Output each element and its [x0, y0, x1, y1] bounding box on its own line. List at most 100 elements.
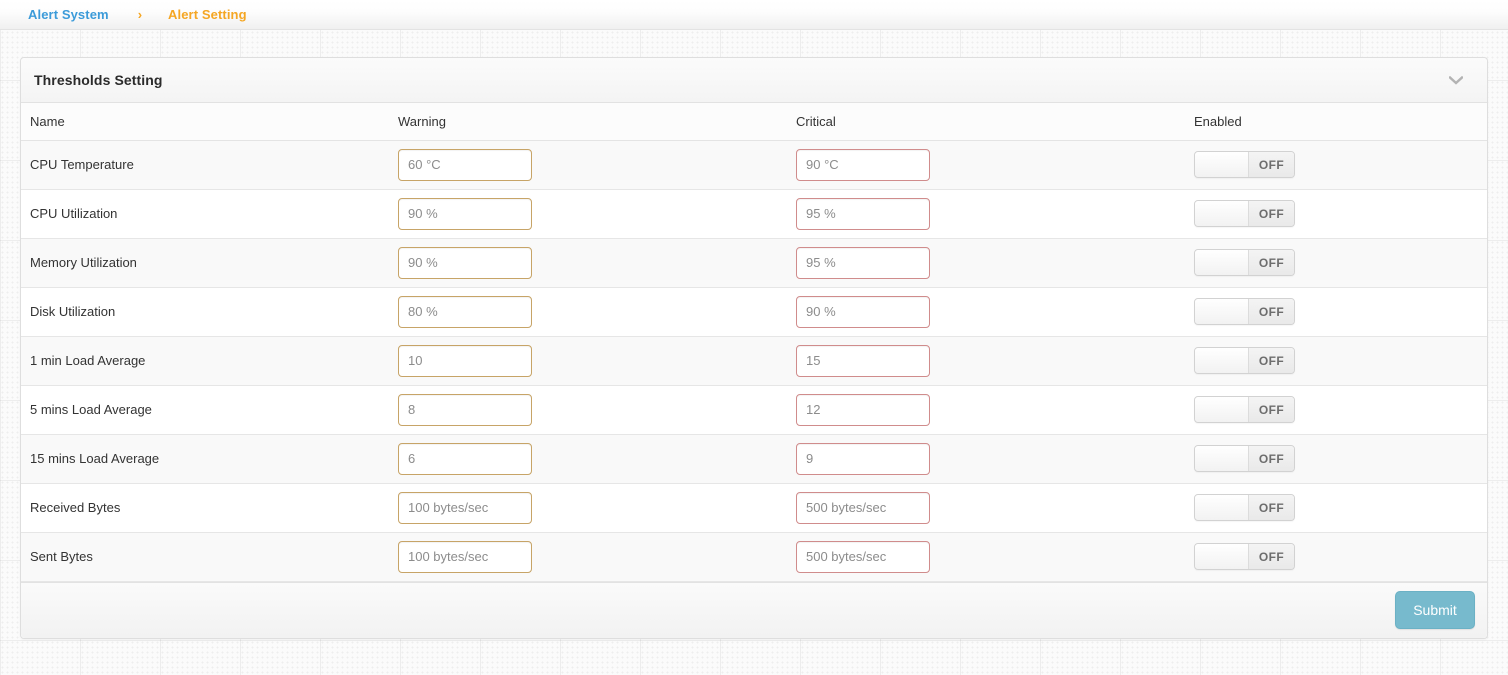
breadcrumb-bar: Alert System › Alert Setting [0, 0, 1508, 30]
column-header-enabled: Enabled [1185, 103, 1487, 141]
table-row: Received Bytes OFF [21, 483, 1487, 533]
table-row: CPU Temperature OFF [21, 140, 1487, 190]
enabled-cell: OFF [1185, 385, 1487, 435]
enabled-toggle[interactable]: OFF [1194, 249, 1295, 276]
warning-input[interactable] [398, 197, 532, 230]
warning-cell [389, 532, 787, 582]
threshold-name: CPU Temperature [21, 140, 389, 190]
chevron-right-icon: › [137, 7, 143, 22]
column-header-name: Name [21, 103, 389, 141]
critical-cell [787, 287, 1185, 337]
toggle-state-label: OFF [1249, 397, 1294, 422]
enabled-toggle[interactable]: OFF [1194, 396, 1295, 423]
table-row: 5 mins Load Average OFF [21, 385, 1487, 435]
critical-input[interactable] [796, 344, 930, 377]
submit-button[interactable]: Submit [1395, 591, 1475, 629]
enabled-cell: OFF [1185, 287, 1487, 337]
enabled-toggle[interactable]: OFF [1194, 200, 1295, 227]
toggle-state-label: OFF [1249, 201, 1294, 226]
enabled-cell: OFF [1185, 189, 1487, 239]
enabled-toggle[interactable]: OFF [1194, 543, 1295, 570]
critical-input[interactable] [796, 442, 930, 475]
critical-cell [787, 238, 1185, 288]
breadcrumb-item-alert-system[interactable]: Alert System [28, 7, 109, 22]
warning-input[interactable] [398, 344, 532, 377]
enabled-toggle[interactable]: OFF [1194, 494, 1295, 521]
toggle-state-label: OFF [1249, 152, 1294, 177]
critical-input[interactable] [796, 246, 930, 279]
toggle-knob [1195, 446, 1249, 471]
toggle-state-label: OFF [1249, 250, 1294, 275]
enabled-toggle[interactable]: OFF [1194, 347, 1295, 374]
enabled-cell: OFF [1185, 140, 1487, 190]
warning-cell [389, 434, 787, 484]
warning-cell [389, 189, 787, 239]
table-row: 15 mins Load Average OFF [21, 434, 1487, 484]
toggle-state-label: OFF [1249, 299, 1294, 324]
critical-input[interactable] [796, 197, 930, 230]
warning-cell [389, 140, 787, 190]
toggle-knob [1195, 348, 1249, 373]
thresholds-table: Name Warning Critical Enabled CPU Temper… [21, 103, 1487, 582]
column-header-warning: Warning [389, 103, 787, 141]
enabled-cell: OFF [1185, 238, 1487, 288]
critical-input[interactable] [796, 295, 930, 328]
critical-input[interactable] [796, 393, 930, 426]
enabled-toggle[interactable]: OFF [1194, 445, 1295, 472]
toggle-state-label: OFF [1249, 446, 1294, 471]
warning-input[interactable] [398, 246, 532, 279]
toggle-knob [1195, 495, 1249, 520]
table-row: Disk Utilization OFF [21, 287, 1487, 337]
table-row: Memory Utilization OFF [21, 238, 1487, 288]
warning-cell [389, 287, 787, 337]
breadcrumb-item-alert-setting[interactable]: Alert Setting [168, 7, 247, 22]
critical-cell [787, 189, 1185, 239]
threshold-name: Received Bytes [21, 483, 389, 533]
warning-input[interactable] [398, 540, 532, 573]
toggle-knob [1195, 152, 1249, 177]
critical-cell [787, 385, 1185, 435]
warning-input[interactable] [398, 491, 532, 524]
panel-footer: Submit [21, 581, 1487, 638]
toggle-state-label: OFF [1249, 348, 1294, 373]
critical-input[interactable] [796, 540, 930, 573]
chevron-down-icon[interactable] [1447, 71, 1465, 89]
page-title: Thresholds Setting [34, 72, 163, 88]
critical-cell [787, 483, 1185, 533]
thresholds-setting-panel: Thresholds Setting Name Warning Critical… [20, 57, 1488, 639]
threshold-name: 1 min Load Average [21, 336, 389, 386]
toggle-knob [1195, 201, 1249, 226]
toggle-knob [1195, 299, 1249, 324]
enabled-cell: OFF [1185, 532, 1487, 582]
critical-input[interactable] [796, 491, 930, 524]
enabled-toggle[interactable]: OFF [1194, 298, 1295, 325]
warning-input[interactable] [398, 148, 532, 181]
toggle-state-label: OFF [1249, 495, 1294, 520]
warning-input[interactable] [398, 295, 532, 328]
threshold-name: CPU Utilization [21, 189, 389, 239]
threshold-name: 5 mins Load Average [21, 385, 389, 435]
critical-cell [787, 434, 1185, 484]
table-row: 1 min Load Average OFF [21, 336, 1487, 386]
table-header-row: Name Warning Critical Enabled [21, 103, 1487, 141]
warning-cell [389, 238, 787, 288]
enabled-cell: OFF [1185, 336, 1487, 386]
warning-input[interactable] [398, 393, 532, 426]
threshold-name: Sent Bytes [21, 532, 389, 582]
warning-cell [389, 483, 787, 533]
toggle-state-label: OFF [1249, 544, 1294, 569]
toggle-knob [1195, 250, 1249, 275]
panel-header: Thresholds Setting [21, 58, 1487, 103]
warning-cell [389, 385, 787, 435]
table-row: CPU Utilization OFF [21, 189, 1487, 239]
enabled-cell: OFF [1185, 483, 1487, 533]
warning-input[interactable] [398, 442, 532, 475]
threshold-name: Memory Utilization [21, 238, 389, 288]
toggle-knob [1195, 544, 1249, 569]
critical-input[interactable] [796, 148, 930, 181]
enabled-toggle[interactable]: OFF [1194, 151, 1295, 178]
threshold-name: Disk Utilization [21, 287, 389, 337]
threshold-name: 15 mins Load Average [21, 434, 389, 484]
enabled-cell: OFF [1185, 434, 1487, 484]
critical-cell [787, 532, 1185, 582]
